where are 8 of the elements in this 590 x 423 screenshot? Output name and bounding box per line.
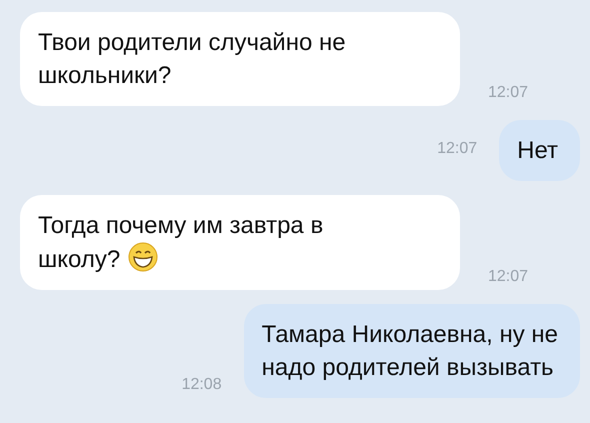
message-bubble: Твои родители случайно не школьники?: [20, 12, 460, 106]
message-time: 12:07: [487, 84, 530, 102]
message-time: 12:07: [436, 140, 478, 158]
message-time: 12:08: [180, 376, 223, 394]
message-time: 12:07: [487, 268, 530, 286]
message-bubble: Тогда почему им завтра в школу?: [20, 195, 460, 290]
message-bubble: Нет: [499, 120, 580, 181]
message-bubble: Тамара Николаевна, ну не надо родителей вызывать: [244, 304, 580, 398]
